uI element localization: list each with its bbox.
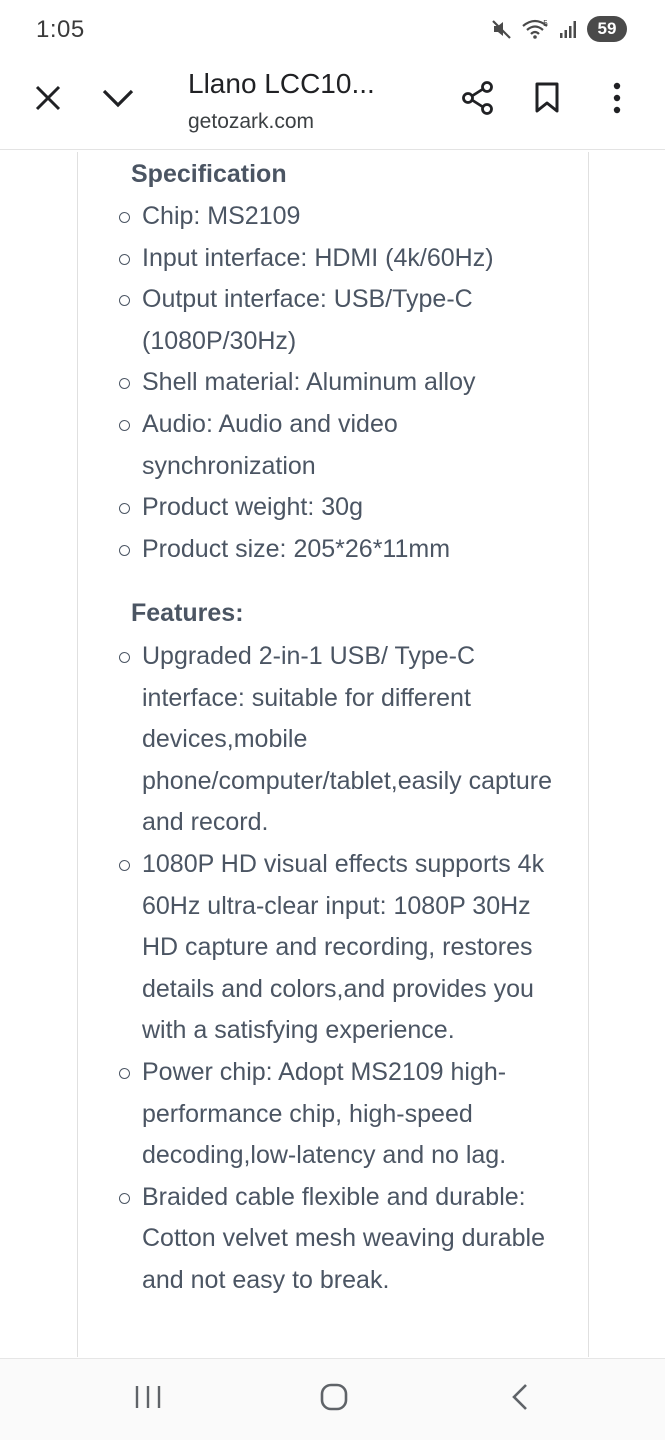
chevron-down-icon [102, 88, 134, 113]
bullet-icon [119, 544, 130, 556]
specification-heading: Specification [131, 160, 287, 188]
status-time: 1:05 [36, 16, 85, 43]
bullet-icon [119, 295, 130, 307]
list-item: Product weight: 30g [0, 487, 665, 529]
bullet-icon [119, 253, 130, 265]
wifi-icon: 5 [521, 18, 551, 40]
svg-text:5: 5 [543, 19, 548, 28]
signal-icon [559, 19, 579, 39]
specification-list: Chip: MS2109 Input interface: HDMI (4k/6… [0, 196, 665, 570]
list-item: Braided cable flexible and durable: Cott… [0, 1177, 665, 1302]
bullet-icon [119, 1067, 130, 1079]
page-content: Specification Chip: MS2109 Input interfa… [0, 152, 665, 1357]
bookmark-button[interactable] [523, 76, 571, 124]
features-heading: Features: [131, 599, 244, 627]
status-icons: 5 59 [491, 16, 627, 42]
share-button[interactable] [454, 76, 502, 124]
minimize-button[interactable] [94, 76, 142, 124]
share-icon [461, 80, 495, 120]
bullet-icon [119, 212, 130, 223]
mute-icon [491, 18, 513, 40]
features-list: Upgraded 2-in-1 USB/ Type-C interface: s… [0, 636, 665, 1302]
list-item: Shell material: Aluminum alloy [0, 362, 665, 404]
list-item: Chip: MS2109 [0, 196, 665, 238]
browser-toolbar: Llano LCC10... getozark.com [0, 60, 665, 150]
recents-button[interactable] [126, 1379, 170, 1419]
bullet-icon [119, 378, 130, 390]
list-item: Input interface: HDMI (4k/60Hz) [0, 238, 665, 280]
status-bar: 1:05 5 59 [0, 0, 665, 60]
page-domain: getozark.com [188, 110, 315, 133]
list-item: Power chip: Adopt MS2109 high-performanc… [0, 1052, 665, 1177]
bullet-icon [119, 652, 130, 663]
list-item: Output interface: USB/Type-C (1080P/30Hz… [0, 279, 665, 362]
bullet-icon [119, 859, 130, 871]
system-navigation-bar [0, 1358, 665, 1440]
home-button[interactable] [312, 1379, 356, 1419]
bookmark-icon [534, 82, 560, 119]
list-item: Product size: 205*26*11mm [0, 529, 665, 571]
back-icon [509, 1382, 531, 1417]
battery-indicator: 59 [587, 16, 627, 42]
page-title: Llano LCC10... [188, 68, 375, 99]
close-icon [34, 84, 62, 117]
home-icon [319, 1382, 349, 1417]
bullet-icon [119, 419, 130, 431]
bullet-icon [119, 1192, 130, 1204]
back-button[interactable] [498, 1379, 542, 1419]
close-button[interactable] [24, 76, 72, 124]
bullet-icon [119, 503, 130, 515]
more-vert-icon [612, 82, 622, 119]
list-item: Audio: Audio and video synchronization [0, 404, 665, 487]
list-item: 1080P HD visual effects supports 4k 60Hz… [0, 844, 665, 1052]
recents-icon [133, 1383, 163, 1416]
more-options-button[interactable] [593, 76, 641, 124]
list-item: Upgraded 2-in-1 USB/ Type-C interface: s… [0, 636, 665, 844]
